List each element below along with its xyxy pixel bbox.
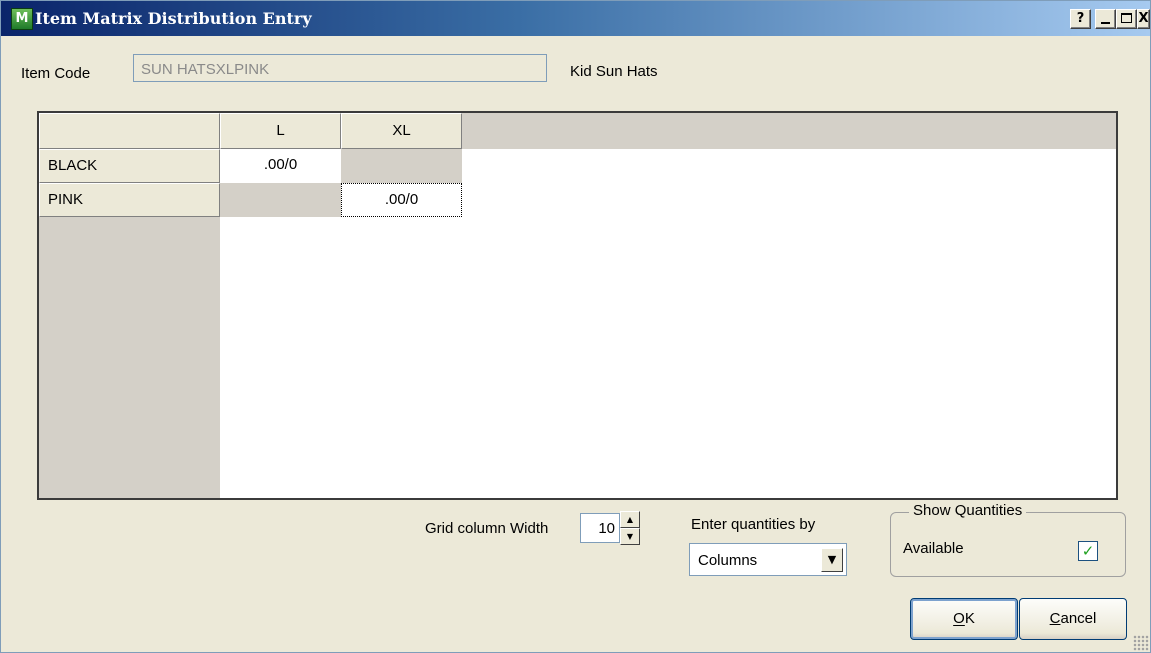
show-quantities-group: Show Quantities Available ✓ xyxy=(890,502,1126,577)
help-button[interactable]: ? xyxy=(1070,9,1091,29)
column-header-xl[interactable]: XL xyxy=(341,113,462,149)
matrix-grid[interactable]: L XL BLACK PINK .00/0 .00/0 xyxy=(37,111,1118,500)
show-quantities-title: Show Quantities xyxy=(909,502,1027,519)
grid-column-width-input[interactable]: 10 xyxy=(580,513,620,543)
app-matrix-icon[interactable]: M xyxy=(11,8,33,30)
enter-quantities-by-label: Enter quantities by xyxy=(691,516,816,533)
item-code-label: Item Code xyxy=(21,65,91,82)
enter-quantities-by-select[interactable]: Columns ▼ xyxy=(689,543,847,576)
checkmark-icon: ✓ xyxy=(1081,542,1095,560)
column-header-l[interactable]: L xyxy=(220,113,341,149)
available-checkbox[interactable]: ✓ xyxy=(1078,541,1098,561)
window-title: Item Matrix Distribution Entry xyxy=(35,9,312,28)
ok-button[interactable]: OK xyxy=(910,598,1018,640)
minimize-icon xyxy=(1101,22,1110,24)
maximize-button[interactable] xyxy=(1116,9,1137,29)
item-description: Kid Sun Hats xyxy=(570,63,658,80)
grid-cell-black-l[interactable]: .00/0 xyxy=(220,149,341,183)
title-bar[interactable]: M Item Matrix Distribution Entry ? X xyxy=(1,1,1150,36)
grid-cell-pink-xl[interactable]: .00/0 xyxy=(341,183,462,217)
cancel-button[interactable]: Cancel xyxy=(1019,598,1127,640)
cancel-button-label: Cancel xyxy=(1049,610,1097,627)
spin-down-icon[interactable]: ▼ xyxy=(620,528,640,545)
dialog-window: M Item Matrix Distribution Entry ? X Ite… xyxy=(0,0,1151,653)
minimize-button[interactable] xyxy=(1095,9,1116,29)
spin-up-icon[interactable]: ▲ xyxy=(620,511,640,528)
row-header-black[interactable]: BLACK xyxy=(39,149,220,183)
grid-column-width-spinner[interactable]: ▲ ▼ xyxy=(620,511,640,545)
enter-quantities-by-value: Columns xyxy=(698,552,758,569)
grid-cell-black-xl xyxy=(341,149,462,183)
maximize-icon xyxy=(1121,13,1132,23)
dropdown-arrow-icon[interactable]: ▼ xyxy=(821,548,843,572)
row-header-pink[interactable]: PINK xyxy=(39,183,220,217)
close-button[interactable]: X xyxy=(1137,9,1150,29)
ok-button-label: OK xyxy=(953,610,975,627)
item-code-field: SUN HATSXLPINK xyxy=(133,54,547,82)
grid-corner-header xyxy=(39,113,220,149)
grid-column-width-label: Grid column Width xyxy=(425,520,549,537)
grid-cell-pink-l xyxy=(220,183,341,217)
resize-grip-icon[interactable] xyxy=(1133,635,1149,651)
available-label: Available xyxy=(903,540,964,557)
